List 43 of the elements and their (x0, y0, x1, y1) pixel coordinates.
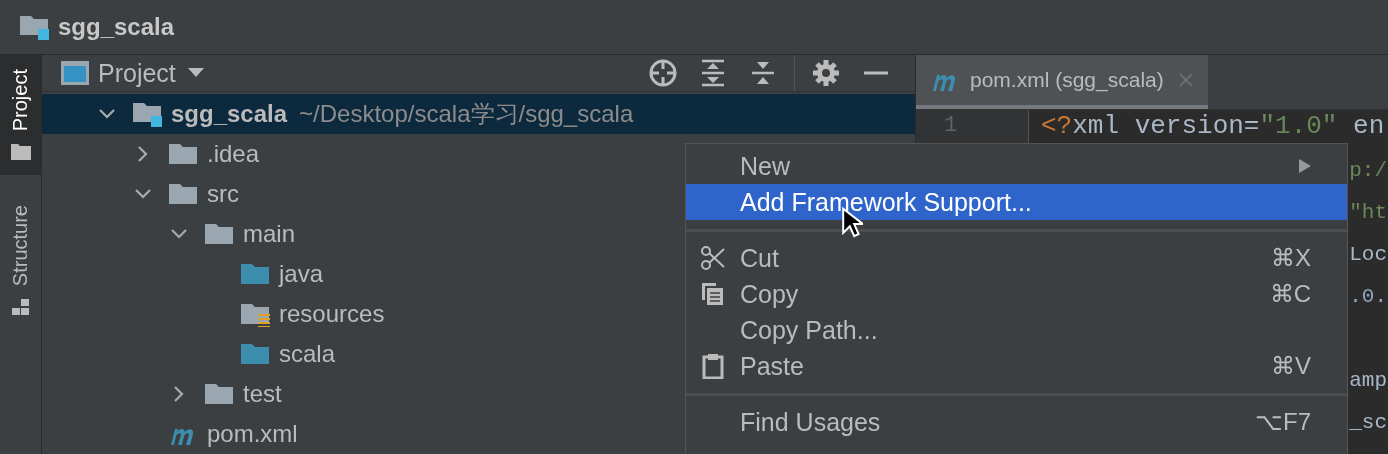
view-selector[interactable]: Project (98, 58, 176, 88)
folder-icon (241, 341, 271, 367)
folder-icon (169, 141, 199, 167)
menu-item[interactable]: Find Usages ⌥F7 (686, 404, 1347, 440)
folder-icon (10, 143, 31, 162)
code-line: .0. (1349, 285, 1387, 308)
caret-icon[interactable] (187, 68, 204, 78)
tool-window-tab[interactable]: Project (0, 55, 41, 176)
menu-item[interactable]: Copy Path... (686, 312, 1347, 348)
copy-icon (700, 281, 726, 307)
folder-icon (205, 221, 235, 247)
menu-item[interactable]: Cut ⌘X (686, 240, 1347, 276)
menu-item[interactable]: New (686, 148, 1347, 184)
window-icon (60, 60, 90, 86)
path-text: ~/Desktop/scala学习/sgg_scala (299, 99, 634, 129)
project-name: sgg_scala (58, 13, 175, 41)
shortcut-text: ⌘X (1271, 244, 1311, 272)
menu-item[interactable]: Add Framework Support... (686, 184, 1347, 220)
code-line: amp (1349, 369, 1387, 392)
module-folder-icon (133, 101, 163, 127)
editor-tab[interactable]: pom.xml (sgg_scala) (916, 55, 1208, 109)
code-line: p:/ (1349, 159, 1387, 182)
folder-icon (205, 381, 235, 407)
menu-item[interactable]: Copy ⌘C (686, 276, 1347, 312)
structure-icon (10, 298, 31, 317)
folder-icon (241, 261, 271, 287)
code-line: _sc (1349, 411, 1387, 434)
shortcut-text: ⌘C (1269, 280, 1311, 308)
settings-icon[interactable] (811, 58, 841, 88)
shortcut-text: ⌥F7 (1255, 408, 1311, 436)
tree-item[interactable]: sgg_scala ~/Desktop/scala学习/sgg_scala (42, 94, 915, 134)
module-folder-icon (20, 14, 50, 40)
resources-folder-icon (241, 301, 271, 327)
locate-icon[interactable] (648, 58, 678, 88)
code-line: <?xml version="1.0" en (1041, 111, 1385, 141)
menu-item[interactable]: Paste ⌘V (686, 348, 1347, 384)
code-line: "ht (1349, 201, 1387, 224)
folder-icon (169, 181, 199, 207)
clipboard-icon (700, 353, 726, 379)
scissors-icon (700, 245, 726, 271)
shortcut-text: ⌘V (1271, 352, 1311, 380)
code-line: Loc (1349, 243, 1387, 266)
tool-window-tab[interactable]: Structure (0, 191, 41, 331)
